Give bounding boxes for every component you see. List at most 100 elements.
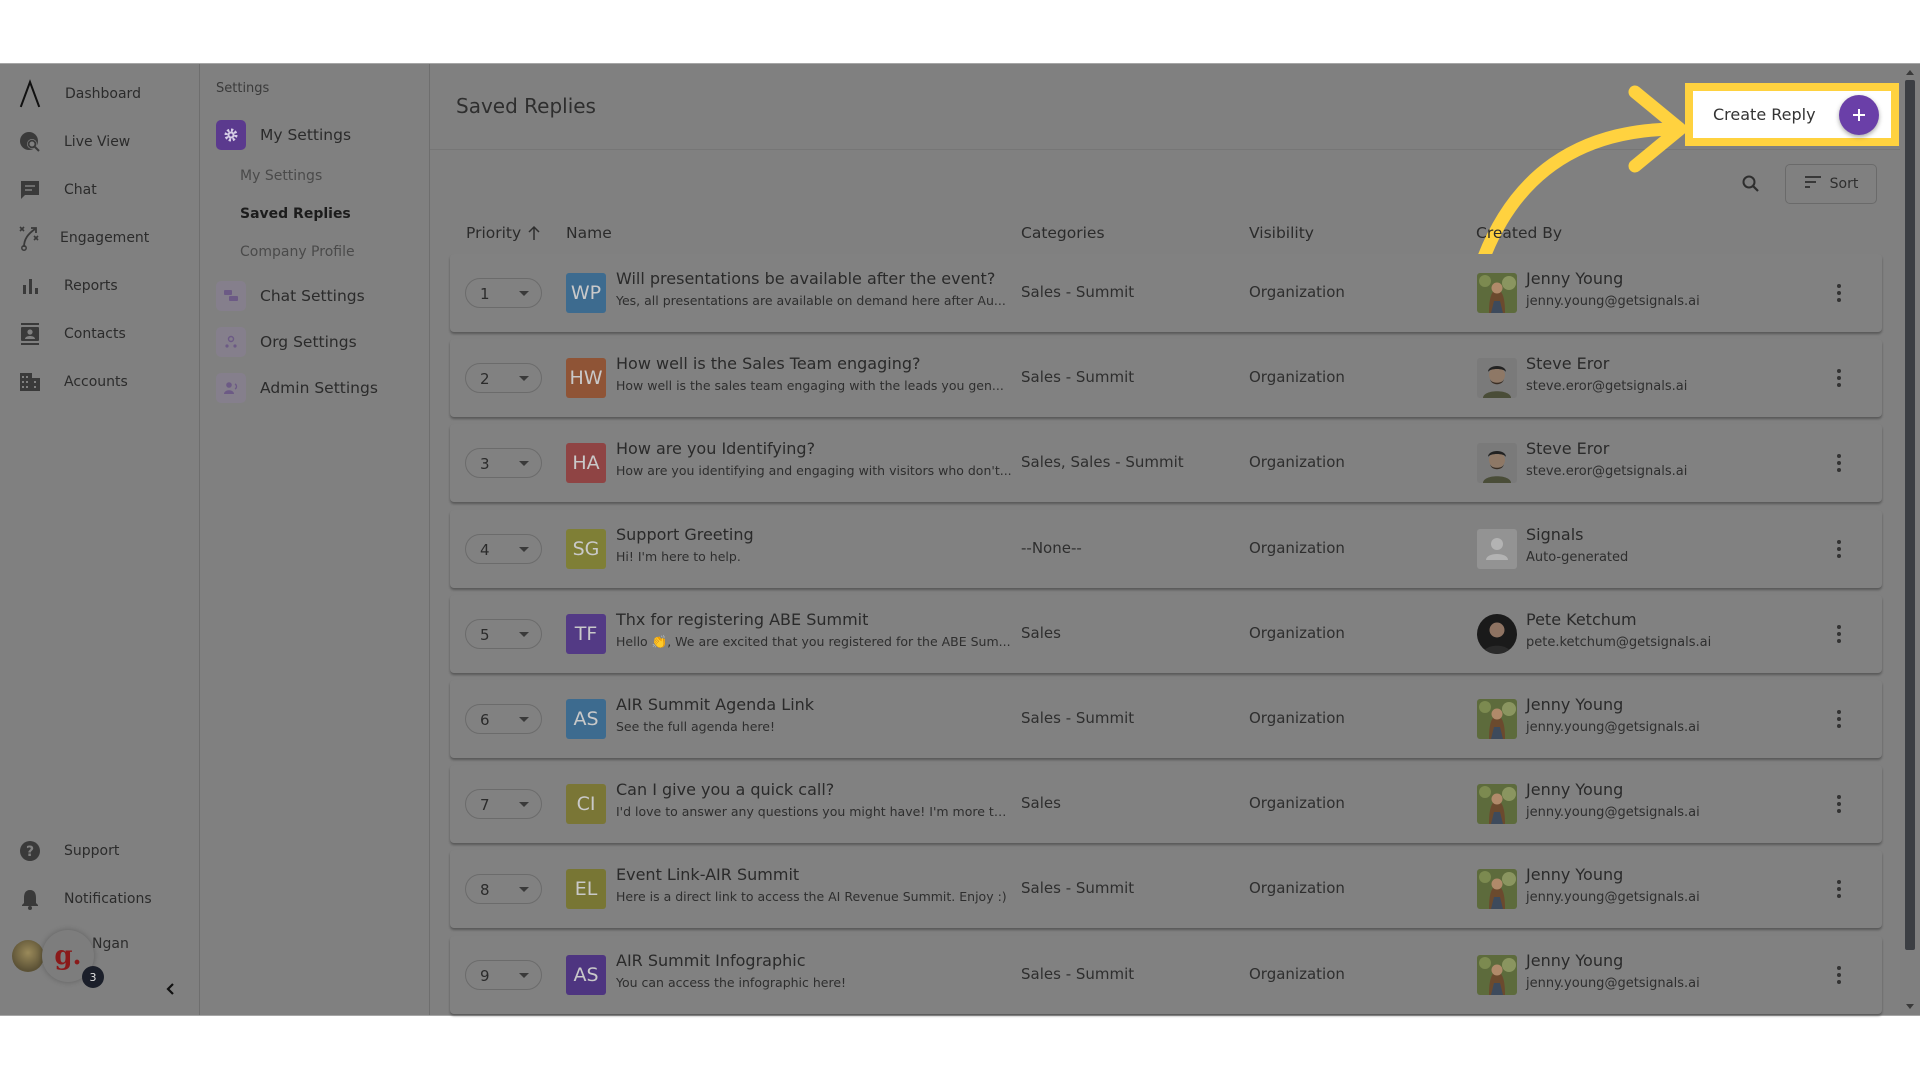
creator-email: steve.eror@getsignals.ai	[1526, 379, 1688, 394]
settings-sub-saved-replies[interactable]: Saved Replies	[240, 206, 351, 222]
column-header-categories[interactable]: Categories	[1021, 224, 1105, 242]
more-options-button[interactable]	[1827, 874, 1851, 904]
collapse-sidebar-button[interactable]	[160, 980, 180, 1000]
nav-item-live-view[interactable]: Live View	[0, 122, 200, 162]
more-options-button[interactable]	[1827, 619, 1851, 649]
column-header-visibility[interactable]: Visibility	[1249, 224, 1314, 242]
more-options-button[interactable]	[1827, 789, 1851, 819]
bell-icon	[18, 887, 42, 911]
table-row[interactable]: 8 EL Event Link-AIR Summit Here is a dir…	[450, 850, 1882, 928]
reply-visibility: Organization	[1249, 794, 1345, 812]
create-reply-button[interactable]: Create Reply	[1693, 91, 1891, 138]
priority-dropdown[interactable]: 1	[465, 278, 542, 308]
nav-item-support[interactable]: ? Support	[0, 831, 200, 871]
scrollbar[interactable]	[1900, 64, 1920, 1015]
creator-email: pete.ketchum@getsignals.ai	[1526, 635, 1712, 650]
reply-initials-avatar: SG	[566, 529, 606, 569]
creator-email: jenny.young@getsignals.ai	[1526, 890, 1700, 905]
reply-name[interactable]: Thx for registering ABE Summit	[616, 610, 868, 629]
user-avatar[interactable]	[12, 940, 44, 972]
reply-categories: --None--	[1021, 539, 1082, 557]
reply-name[interactable]: Will presentations be available after th…	[616, 269, 995, 288]
creator-name: Jenny Young	[1526, 865, 1624, 884]
scroll-down-arrow-icon[interactable]	[1906, 1004, 1914, 1009]
scrollbar-thumb[interactable]	[1905, 80, 1915, 950]
more-options-button[interactable]	[1827, 448, 1851, 478]
reply-name[interactable]: AIR Summit Agenda Link	[616, 695, 814, 714]
reply-name[interactable]: Event Link-AIR Summit	[616, 865, 799, 884]
nav-item-reports[interactable]: Reports	[0, 266, 200, 306]
table-row[interactable]: 5 TF Thx for registering ABE Summit Hell…	[450, 595, 1882, 673]
nav-label: Contacts	[64, 326, 126, 342]
reply-categories: Sales - Summit	[1021, 965, 1135, 983]
priority-dropdown[interactable]: 5	[465, 619, 542, 649]
creator-avatar	[1477, 358, 1517, 398]
reply-preview: Hi! I'm here to help.	[616, 549, 741, 564]
priority-dropdown[interactable]: 2	[465, 363, 542, 393]
column-header-name[interactable]: Name	[566, 224, 612, 242]
nav-item-contacts[interactable]: Contacts	[0, 314, 200, 354]
chat-settings-icon	[216, 281, 246, 311]
chat-icon	[18, 178, 42, 202]
reply-name[interactable]: Can I give you a quick call?	[616, 780, 834, 799]
reply-initials-avatar: HW	[566, 358, 606, 398]
reply-initials-avatar: HA	[566, 443, 606, 483]
nav-item-chat[interactable]: Chat	[0, 170, 200, 210]
scroll-up-arrow-icon[interactable]	[1906, 70, 1914, 75]
priority-value: 7	[480, 796, 490, 814]
accounts-icon	[18, 370, 42, 394]
sort-button[interactable]: Sort	[1785, 164, 1877, 204]
app-window: Dashboard Live View Chat Engagement Repo…	[0, 63, 1920, 1016]
reply-name[interactable]: AIR Summit Infographic	[616, 951, 806, 970]
settings-group-my-settings[interactable]: My Settings	[216, 120, 351, 150]
nav-item-dashboard[interactable]: Dashboard	[0, 74, 200, 114]
nav-item-notifications[interactable]: Notifications	[0, 879, 200, 919]
settings-sub-my-settings[interactable]: My Settings	[240, 168, 322, 184]
table-row[interactable]: 4 SG Support Greeting Hi! I'm here to he…	[450, 510, 1882, 588]
nav-item-accounts[interactable]: Accounts	[0, 362, 200, 402]
more-options-button[interactable]	[1827, 534, 1851, 564]
search-button[interactable]	[1736, 171, 1766, 201]
priority-dropdown[interactable]: 7	[465, 789, 542, 819]
reports-icon	[18, 274, 42, 298]
reply-visibility: Organization	[1249, 709, 1345, 727]
creator-avatar	[1477, 955, 1517, 995]
kebab-menu-icon	[1837, 369, 1841, 387]
priority-dropdown[interactable]: 6	[465, 704, 542, 734]
settings-sub-company-profile[interactable]: Company Profile	[240, 244, 355, 260]
creator-email: jenny.young@getsignals.ai	[1526, 976, 1700, 991]
priority-dropdown[interactable]: 9	[465, 960, 542, 990]
priority-dropdown[interactable]: 3	[465, 448, 542, 478]
table-row[interactable]: 9 AS AIR Summit Infographic You can acce…	[450, 936, 1882, 1014]
kebab-menu-icon	[1837, 966, 1841, 984]
settings-group-chat-settings[interactable]: Chat Settings	[216, 281, 365, 311]
reply-name[interactable]: How well is the Sales Team engaging?	[616, 354, 921, 373]
reply-name[interactable]: Support Greeting	[616, 525, 754, 544]
more-options-button[interactable]	[1827, 704, 1851, 734]
chevron-left-icon	[164, 981, 176, 1000]
priority-value: 8	[480, 881, 490, 899]
reply-name[interactable]: How are you Identifying?	[616, 439, 815, 458]
more-options-button[interactable]	[1827, 960, 1851, 990]
column-header-created-by[interactable]: Created By	[1476, 224, 1562, 242]
more-options-button[interactable]	[1827, 278, 1851, 308]
table-row[interactable]: 2 HW How well is the Sales Team engaging…	[450, 339, 1882, 417]
table-row[interactable]: 6 AS AIR Summit Agenda Link See the full…	[450, 680, 1882, 758]
nav-item-engagement[interactable]: Engagement	[0, 218, 200, 258]
help-icon: ?	[18, 839, 42, 863]
priority-value: 9	[480, 967, 490, 985]
priority-value: 6	[480, 711, 490, 729]
priority-dropdown[interactable]: 8	[465, 874, 542, 904]
table-row[interactable]: 7 CI Can I give you a quick call? I'd lo…	[450, 765, 1882, 843]
table-row[interactable]: 3 HA How are you Identifying? How are yo…	[450, 424, 1882, 502]
more-options-button[interactable]	[1827, 363, 1851, 393]
kebab-menu-icon	[1837, 540, 1841, 558]
caret-down-icon	[519, 376, 529, 381]
settings-group-org-settings[interactable]: Org Settings	[216, 327, 357, 357]
user-profile[interactable]: g. 3 Ngan	[12, 926, 192, 988]
settings-group-admin-settings[interactable]: Admin Settings	[216, 373, 378, 403]
reply-initials-avatar: EL	[566, 869, 606, 909]
priority-dropdown[interactable]: 4	[465, 534, 542, 564]
table-row[interactable]: 1 WP Will presentations be available aft…	[450, 254, 1882, 332]
column-header-priority[interactable]: Priority	[466, 224, 541, 242]
